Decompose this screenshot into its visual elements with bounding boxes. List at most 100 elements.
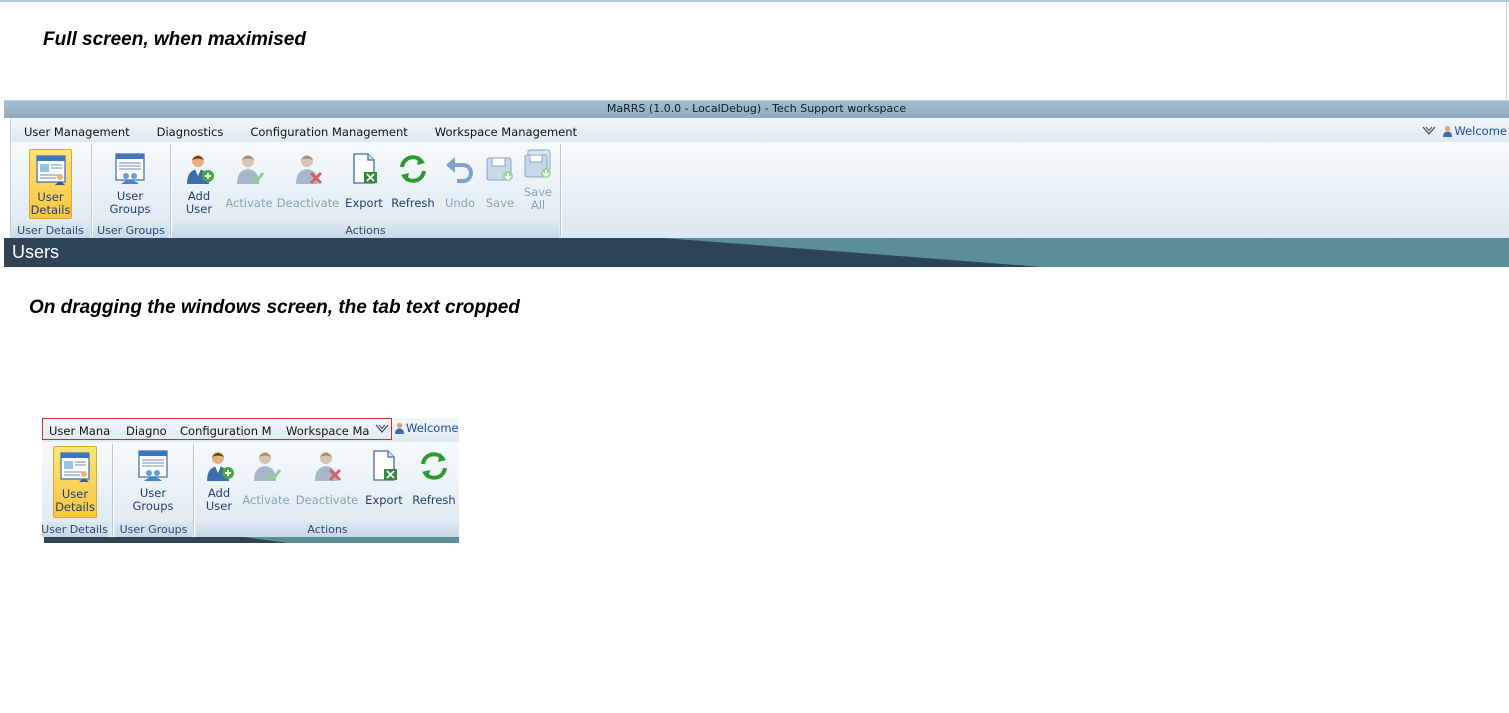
group-label-user-groups: User Groups	[93, 223, 169, 238]
add-user-button-label: Add User	[205, 486, 233, 513]
welcome-label: Welcome	[406, 421, 459, 435]
app-window-maximised: MaRRS (1.0.0 - LocalDebug) - Tech Suppor…	[4, 100, 1509, 267]
caption-dragged: On dragging the windows screen, the tab …	[29, 297, 520, 318]
deactivate-icon	[291, 152, 323, 185]
ribbon-separator	[170, 144, 171, 236]
ribbon-separator	[112, 444, 113, 536]
welcome-label: Welcome	[1454, 124, 1507, 138]
tab-user-management[interactable]: User Management	[11, 118, 144, 142]
user-details-button-label: User Details	[55, 487, 95, 514]
welcome-link[interactable]: Welcome	[1442, 124, 1507, 138]
export-button[interactable]: Export	[363, 446, 405, 518]
banner-graphic	[4, 238, 1509, 267]
refresh-button-label: Refresh	[412, 493, 456, 507]
ribbon-group-user-groups: User Groups User Groups	[93, 145, 169, 238]
user-details-button[interactable]: User Details	[29, 149, 72, 219]
save-button[interactable]: Save	[482, 149, 518, 221]
export-button-label: Export	[365, 493, 403, 507]
group-label-actions: Actions	[172, 223, 559, 238]
deactivate-button-label: Deactivate	[276, 196, 340, 210]
user-icon	[395, 422, 404, 434]
refresh-button[interactable]: Refresh	[388, 149, 438, 221]
ribbon-separator	[91, 144, 92, 236]
activate-icon	[249, 449, 282, 482]
ribbon-separator	[193, 444, 194, 536]
activate-button[interactable]: Activate	[223, 149, 275, 221]
undo-button[interactable]: Undo	[440, 149, 480, 221]
export-button[interactable]: Export	[343, 149, 385, 221]
tab-configuration-management[interactable]: Configuration Management	[237, 118, 421, 142]
chevron-down-icon[interactable]	[1422, 125, 1436, 137]
app-window-resized: User Manag Diagno Configuration Ma Works…	[42, 418, 459, 543]
ribbon-separator	[560, 144, 561, 236]
activate-button-label: Activate	[242, 493, 290, 507]
ribbon-group-user-groups: User Groups User Groups	[115, 444, 192, 537]
user-groups-icon	[113, 152, 147, 186]
ribbon-resized: User Details User Details User Groups Us…	[42, 442, 459, 537]
save-button-label: Save	[485, 196, 515, 210]
chevron-down-icon[interactable]	[375, 423, 389, 435]
page-header-banner-resized	[44, 537, 459, 543]
page-header-banner: Users	[4, 238, 1509, 267]
user-details-icon	[34, 153, 68, 187]
screenshot-right-border	[1506, 2, 1507, 99]
user-groups-button-label: User Groups	[109, 189, 151, 216]
activate-button[interactable]: Activate	[242, 446, 290, 518]
add-user-button-label: Add User	[185, 189, 213, 216]
activate-icon	[232, 152, 265, 185]
welcome-link[interactable]: Welcome	[394, 421, 459, 435]
user-groups-button[interactable]: User Groups	[107, 149, 153, 219]
undo-icon	[446, 157, 473, 183]
group-label-user-details: User Details	[11, 223, 90, 238]
user-icon	[1443, 125, 1453, 137]
refresh-icon	[400, 155, 426, 183]
add-user-button[interactable]: Add User	[178, 149, 220, 221]
ribbon-group-user-details: User Details User Details	[42, 444, 109, 537]
save-all-button-label: Save All	[523, 185, 553, 212]
ribbon-group-user-details: User Details User Details	[11, 145, 90, 238]
undo-button-label: Undo	[444, 196, 476, 210]
group-label-actions: Actions	[196, 522, 459, 537]
add-user-icon	[182, 152, 214, 186]
export-icon	[353, 153, 377, 184]
group-label-user-details: User Details	[42, 522, 109, 537]
caption-maximised: Full screen, when maximised	[43, 29, 306, 50]
export-icon	[373, 450, 397, 481]
user-groups-button-label: User Groups	[132, 486, 174, 513]
tab-workspace-management[interactable]: Workspace Management	[422, 118, 591, 142]
refresh-button[interactable]: Refresh	[409, 446, 459, 518]
refresh-button-label: Refresh	[391, 196, 435, 210]
save-icon	[486, 157, 513, 181]
deactivate-button[interactable]: Deactivate	[295, 446, 359, 518]
save-all-button[interactable]: Save All	[520, 145, 556, 221]
ribbon: User Details User Details User Groups Us…	[10, 142, 1509, 239]
banner-graphic	[44, 537, 459, 543]
tab-configuration-management[interactable]: Configuration Ma	[180, 419, 272, 439]
deactivate-button[interactable]: Deactivate	[275, 149, 341, 221]
screenshot-top-border	[0, 0, 1509, 2]
tab-diagnostics[interactable]: Diagno	[126, 419, 166, 439]
tab-workspace-management[interactable]: Workspace Mai	[286, 419, 369, 439]
deactivate-button-label: Deactivate	[295, 493, 359, 507]
tab-user-management[interactable]: User Manag	[49, 419, 111, 439]
window-title: MaRRS (1.0.0 - LocalDebug) - Tech Suppor…	[4, 100, 1509, 118]
user-details-button-label: User Details	[30, 190, 71, 217]
page-title: Users	[12, 242, 60, 262]
tab-diagnostics[interactable]: Diagnostics	[144, 118, 238, 142]
save-all-icon	[524, 149, 551, 178]
user-details-icon	[58, 450, 92, 484]
user-details-button[interactable]: User Details	[53, 446, 97, 518]
cropped-tabs-highlight: User Manag Diagno Configuration Ma Works…	[42, 418, 392, 440]
user-groups-button[interactable]: User Groups	[130, 446, 176, 518]
main-tab-strip-resized: User Manag Diagno Configuration Ma Works…	[42, 418, 459, 442]
user-groups-icon	[136, 449, 170, 483]
group-label-user-groups: User Groups	[115, 522, 192, 537]
activate-button-label: Activate	[225, 196, 273, 210]
refresh-icon	[421, 452, 447, 480]
deactivate-icon	[310, 449, 342, 482]
add-user-button[interactable]: Add User	[198, 446, 240, 518]
add-user-icon	[202, 449, 234, 483]
ribbon-group-actions: Add User Activate Deactivate Export Refr…	[172, 145, 559, 238]
ribbon-group-actions: Add User Activate Deactivate Export Refr…	[196, 444, 459, 537]
export-button-label: Export	[345, 196, 383, 210]
